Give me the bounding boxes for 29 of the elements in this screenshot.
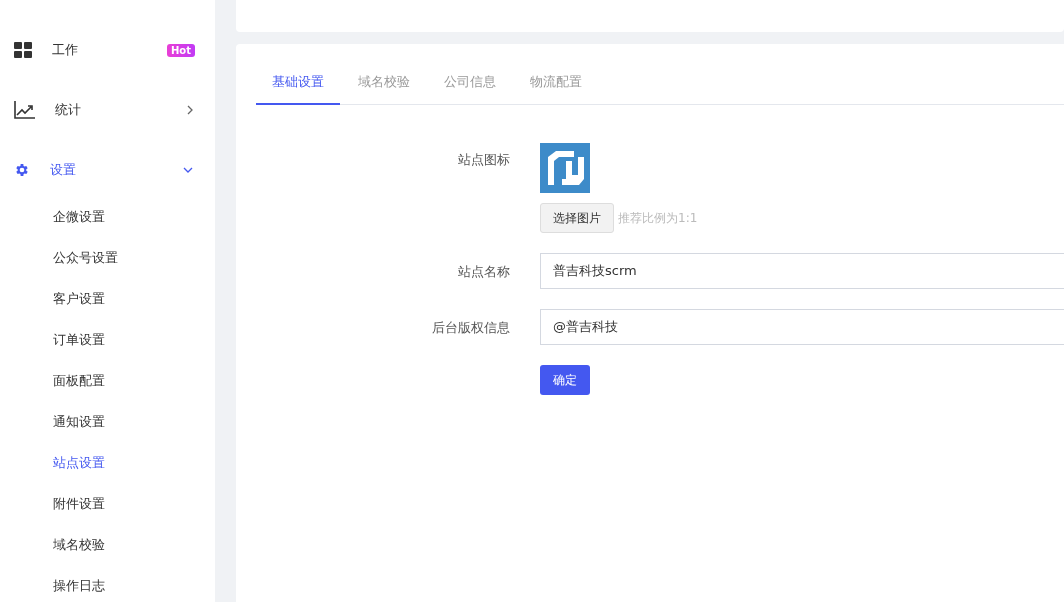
menu-item[interactable]: 统计 [0,90,215,130]
grid-icon [14,42,32,58]
tab[interactable]: 基础设置 [256,64,340,105]
submenu-item[interactable]: 域名校验 [0,524,215,565]
submenu-item[interactable]: 企微设置 [0,196,215,237]
menu-item[interactable]: 设置 [0,150,215,190]
input-field[interactable]: 普吉科技scrm [540,253,1064,289]
submenu-item[interactable]: 订单设置 [0,319,215,360]
submenu-item[interactable]: 客户设置 [0,278,215,319]
input-field[interactable]: @普吉科技 [540,309,1064,345]
submenu-item[interactable]: 通知设置 [0,401,215,442]
submenu-item[interactable]: 操作日志 [0,565,215,602]
chevron-down-icon [183,167,193,173]
menu-item[interactable]: 工作 Hot [0,30,215,70]
hot-badge: Hot [166,43,195,57]
submenu-item[interactable]: 附件设置 [0,483,215,524]
field-label: 站点名称 [457,263,510,281]
settings-icon [14,162,30,178]
chevron-right-icon [187,105,193,115]
submenu-item[interactable]: 站点设置 [0,442,215,483]
field-label: 后台版权信息 [431,319,510,337]
choose-image-button[interactable]: 选择图片 [540,203,614,233]
hint-text: 推荐比例为1:1 [618,209,698,227]
confirm-button[interactable]: 确定 [540,365,590,395]
field-label: 站点图标 [457,151,510,169]
submenu-item[interactable]: 公众号设置 [0,237,215,278]
site-logo [540,143,590,193]
line-chart-icon [14,101,35,119]
submenu-item[interactable]: 面板配置 [0,360,215,401]
